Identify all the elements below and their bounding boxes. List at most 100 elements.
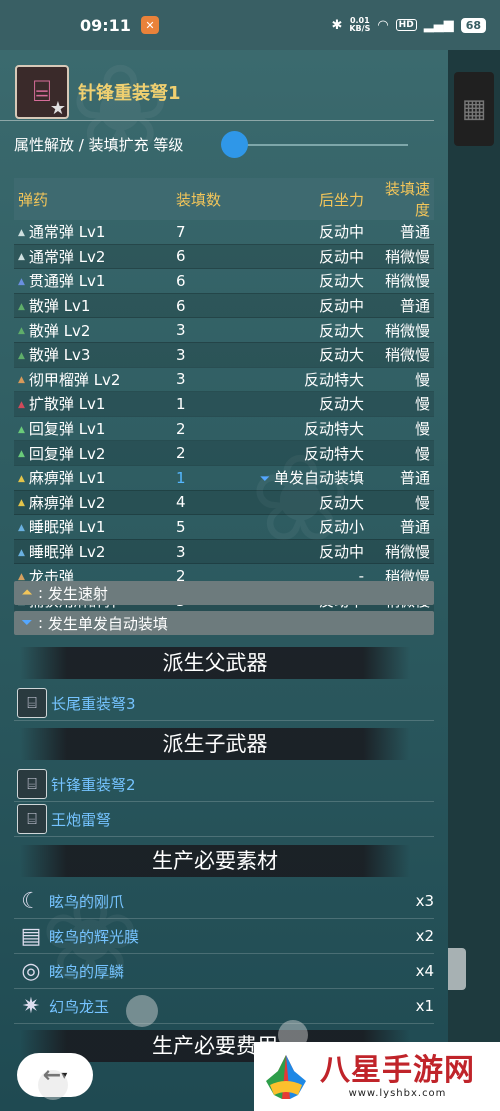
section-parent-weapon: 派生父武器: [20, 647, 410, 679]
ammo-name: 散弹 Lv2: [28, 321, 91, 340]
material-qty: x3: [415, 892, 434, 910]
child-weapon-link[interactable]: 针锋重装弩2: [51, 774, 136, 795]
ammo-count: 2: [172, 416, 240, 442]
star-icon: ★: [49, 98, 66, 119]
level-slider-track[interactable]: [230, 144, 408, 146]
material-name[interactable]: 眩鸟的刚爪: [49, 891, 124, 912]
ammo-name-cell: ▲ 麻痹弹 Lv2: [14, 490, 172, 516]
ammo-bullet-icon: ▲: [18, 252, 25, 263]
ammo-table: 弹药 装填数 后坐力 装填速度 ▲ 通常弹 Lv1 7 反动中 普通 ▲ 通常弹 Lv2 6 反…: [14, 178, 434, 614]
membrane-icon: ▤: [20, 923, 42, 949]
ammo-name: 麻痹弹 Lv2: [28, 493, 106, 512]
section-materials: 生产必要素材: [20, 845, 410, 877]
parent-weapon-item[interactable]: ⌸ 长尾重装弩3: [14, 686, 434, 721]
ammo-name-cell: ▲ 散弹 Lv1: [14, 293, 172, 319]
ammo-name-cell: ▲ 通常弹 Lv1: [14, 220, 172, 245]
ammo-bullet-icon: ▲: [18, 276, 25, 287]
notification-icon: ✕: [140, 16, 159, 34]
ammo-table-header: 弹药 装填数 后坐力 装填速度: [14, 178, 434, 220]
status-time: 09:11: [80, 15, 131, 35]
ammo-name: 散弹 Lv1: [28, 297, 91, 316]
ammo-count: 7: [172, 220, 240, 245]
ammo-recoil: 反动中: [318, 223, 364, 242]
scale-icon: ◎: [21, 958, 41, 984]
ammo-recoil-cell: 反动中: [240, 293, 368, 319]
heavy-bowgun-icon: ⌸: [17, 688, 47, 718]
ammo-count: 6: [172, 293, 240, 319]
ammo-count: 5: [172, 514, 240, 540]
ammo-bullet-icon: ▲: [18, 301, 25, 312]
ammo-bullet-icon: ▲: [18, 326, 25, 337]
ammo-recoil: 单发自动装填: [273, 469, 364, 488]
material-item[interactable]: ✷ 幻鸟龙玉 x1: [14, 989, 434, 1024]
material-name[interactable]: 幻鸟龙玉: [49, 996, 109, 1017]
ammo-recoil: 反动中: [318, 247, 364, 266]
ammo-row: ▲ 睡眠弹 Lv1 5 反动小 普通: [14, 514, 434, 540]
ammo-reload-speed: 稍微慢: [368, 317, 434, 343]
ammo-recoil: 反动大: [318, 395, 364, 414]
wifi-icon: ◠: [377, 17, 389, 33]
ammo-name-cell: ▲ 彻甲榴弹 Lv2: [14, 367, 172, 393]
ammo-recoil: 反动中: [318, 297, 364, 316]
watermark-logo: [260, 1051, 312, 1103]
ammo-recoil: 反动中: [318, 543, 364, 562]
edge-handle[interactable]: [448, 948, 466, 990]
ammo-count: 1: [172, 465, 240, 491]
ammo-recoil-cell: 反动中: [240, 244, 368, 270]
material-name[interactable]: 眩鸟的厚鳞: [49, 961, 124, 982]
ammo-bullet-icon: ▲: [18, 399, 25, 410]
auto-reload-icon: ⏷: [21, 615, 33, 631]
ammo-row: ▲ 扩散弹 Lv1 1 反动大慢: [14, 391, 434, 417]
material-item[interactable]: ▤ 眩鸟的辉光膜 x2: [14, 919, 434, 954]
ammo-reload-speed: 普通: [368, 465, 434, 491]
ammo-name-cell: ▲ 扩散弹 Lv1: [14, 391, 172, 417]
ammo-recoil: 反动特大: [303, 370, 364, 389]
ammo-reload-speed: 稍微慢: [368, 539, 434, 565]
ammo-reload-speed: 慢: [368, 391, 434, 417]
ammo-reload-speed: 慢: [368, 440, 434, 466]
ammo-name-cell: ▲ 回复弹 Lv2: [14, 440, 172, 466]
ammo-count: 6: [172, 268, 240, 294]
ammo-reload-speed: 普通: [368, 514, 434, 540]
ammo-bullet-icon: ▲: [18, 473, 25, 484]
child-weapon-link[interactable]: 王炮雷弩: [51, 809, 111, 830]
ammo-name: 回复弹 Lv1: [28, 420, 106, 439]
child-weapon-item[interactable]: ⌸ 王炮雷弩: [14, 802, 434, 837]
ammo-name: 通常弹 Lv2: [28, 247, 106, 266]
speed-unit: KB/S: [349, 24, 371, 33]
level-label: 属性解放 / 装填扩充 等级: [14, 136, 184, 154]
section-child-weapon: 派生子武器: [20, 728, 410, 760]
ammo-recoil-cell: 反动大: [240, 342, 368, 368]
col-header-recoil: 后坐力: [240, 178, 368, 220]
heavy-bowgun-icon: ⌸: [17, 804, 47, 834]
material-item[interactable]: ☾ 眩鸟的刚爪 x3: [14, 884, 434, 919]
level-slider-knob[interactable]: [221, 131, 248, 158]
claw-icon: ☾: [21, 888, 41, 914]
material-name[interactable]: 眩鸟的辉光膜: [49, 926, 139, 947]
legend-auto-reload-label: 发生单发自动装填: [47, 614, 168, 633]
ammo-name-cell: ▲ 睡眠弹 Lv1: [14, 514, 172, 540]
col-header-ammo: 弹药: [14, 178, 172, 220]
ammo-bullet-icon: ▲: [18, 547, 25, 558]
ammo-count: 2: [172, 440, 240, 466]
ammo-row: ▲ 睡眠弹 Lv2 3 反动中 稍微慢: [14, 539, 434, 565]
qr-code-icon[interactable]: ▦: [454, 72, 494, 146]
signal-icon: ▂▄▆: [423, 17, 454, 33]
ammo-name: 扩散弹 Lv1: [28, 395, 106, 414]
ammo-recoil-cell: 反动大: [240, 391, 368, 417]
ammo-reload-speed: 慢: [368, 367, 434, 393]
status-icons: ✱ 0.01 KB/S ◠ HD ▂▄▆ 68: [331, 0, 486, 50]
ammo-name: 睡眠弹 Lv1: [28, 518, 106, 537]
ammo-bullet-icon: ▲: [18, 350, 25, 361]
ammo-row: ▲ 散弹 Lv3 3 反动大 稍微慢: [14, 342, 434, 368]
heavy-bowgun-icon: ⌸ ★: [15, 65, 69, 119]
ammo-reload-speed: 慢: [368, 416, 434, 442]
ammo-recoil-cell: ⏷ 单发自动装填: [240, 465, 368, 491]
parent-weapon-link[interactable]: 长尾重装弩3: [51, 693, 136, 714]
ammo-name: 麻痹弹 Lv1: [28, 469, 106, 488]
watermark-url: www.lyshbx.com: [348, 1088, 447, 1099]
material-item[interactable]: ◎ 眩鸟的厚鳞 x4: [14, 954, 434, 989]
battery-indicator: 68: [460, 17, 486, 33]
ammo-name: 通常弹 Lv1: [28, 223, 106, 242]
child-weapon-item[interactable]: ⌸ 针锋重装弩2: [14, 767, 434, 802]
